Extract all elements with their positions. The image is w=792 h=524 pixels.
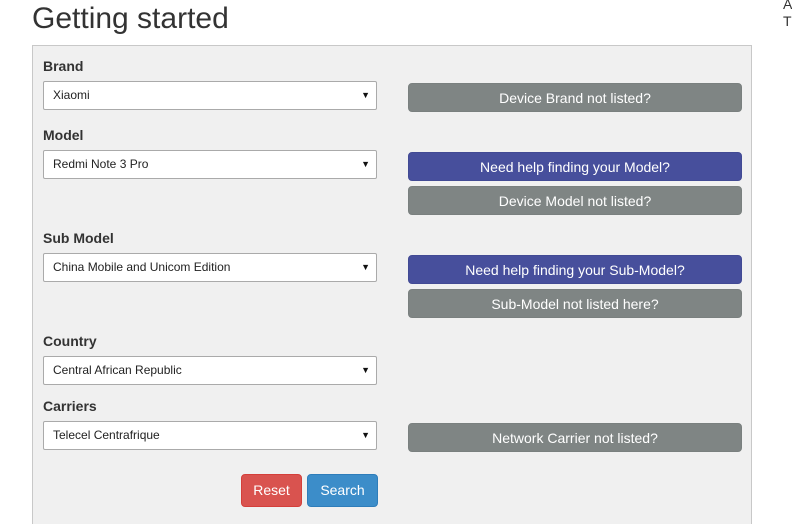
reset-button[interactable]: Reset [241, 474, 302, 507]
model-not-listed-button[interactable]: Device Model not listed? [408, 186, 742, 215]
model-help-button[interactable]: Need help finding your Model? [408, 152, 742, 181]
brand-select[interactable]: Xiaomi ▼ [43, 81, 377, 110]
chevron-down-icon: ▼ [361, 90, 370, 100]
sub-model-help-button[interactable]: Need help finding your Sub-Model? [408, 255, 742, 284]
chevron-down-icon: ▼ [361, 159, 370, 169]
carrier-not-listed-button[interactable]: Network Carrier not listed? [408, 423, 742, 452]
model-select-value: Redmi Note 3 Pro [53, 157, 149, 171]
model-label: Model [43, 127, 84, 143]
model-select[interactable]: Redmi Note 3 Pro ▼ [43, 150, 377, 179]
chevron-down-icon: ▼ [361, 262, 370, 272]
country-select[interactable]: Central African Republic ▼ [43, 356, 377, 385]
country-label: Country [43, 333, 97, 349]
brand-label: Brand [43, 58, 84, 74]
sub-model-select-value: China Mobile and Unicom Edition [53, 260, 231, 274]
carriers-select-value: Telecel Centrafrique [53, 428, 160, 442]
brand-select-value: Xiaomi [53, 88, 90, 102]
chevron-down-icon: ▼ [361, 365, 370, 375]
chevron-down-icon: ▼ [361, 430, 370, 440]
page-title: Getting started [32, 2, 229, 35]
search-button[interactable]: Search [307, 474, 378, 507]
brand-not-listed-button[interactable]: Device Brand not listed? [408, 83, 742, 112]
country-select-value: Central African Republic [53, 363, 182, 377]
clipped-side-text: A T [783, 0, 792, 29]
carriers-select[interactable]: Telecel Centrafrique ▼ [43, 421, 377, 450]
sub-model-not-listed-button[interactable]: Sub-Model not listed here? [408, 289, 742, 318]
sub-model-select[interactable]: China Mobile and Unicom Edition ▼ [43, 253, 377, 282]
carriers-label: Carriers [43, 398, 97, 414]
sub-model-label: Sub Model [43, 230, 114, 246]
